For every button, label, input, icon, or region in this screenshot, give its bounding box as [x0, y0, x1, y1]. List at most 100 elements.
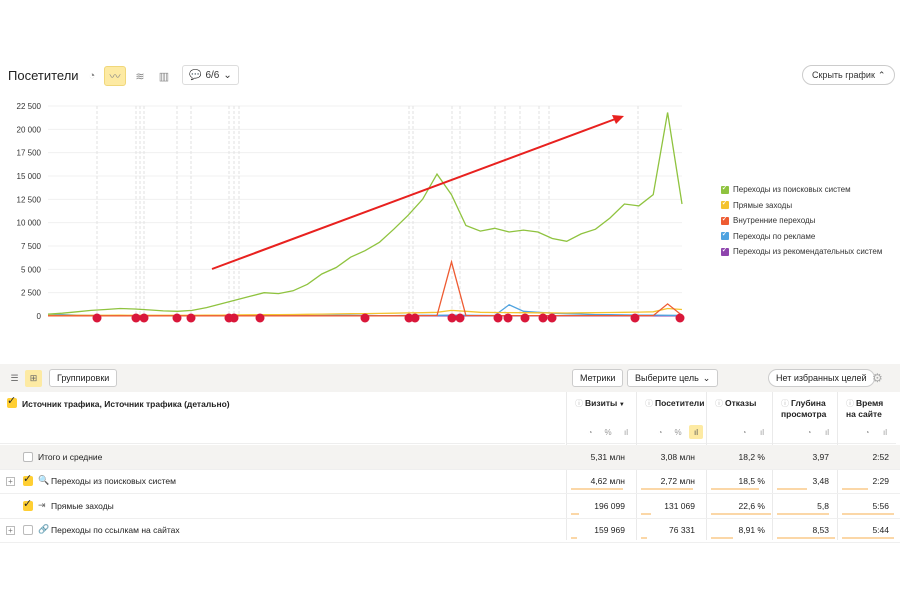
legend-checkbox[interactable]	[721, 214, 729, 225]
comment-marker	[92, 313, 102, 323]
area-chart-icon[interactable]: ≋	[129, 66, 151, 86]
groupings-button[interactable]: Группировки	[49, 369, 118, 387]
pie-chart-icon[interactable]: ◔	[737, 425, 751, 439]
row-checkbox[interactable]	[23, 452, 33, 462]
metric-value: 2,72 млн	[660, 476, 695, 486]
comments-button[interactable]: 💬 6/6 ⌄	[182, 65, 239, 85]
column-label: Отказы	[725, 398, 757, 408]
metric-value: 196 099	[594, 501, 625, 511]
metric-value: 159 969	[594, 525, 625, 535]
y-tick-label: 2 500	[21, 289, 42, 298]
bar-chart-icon[interactable]: ıl	[689, 425, 703, 439]
value-bar	[571, 537, 577, 539]
row-label[interactable]: Итого и средние	[38, 452, 102, 462]
list-view-icon[interactable]: ☰	[6, 370, 23, 387]
tree-view-icon[interactable]: ⊞	[25, 370, 42, 387]
metric-value: 22,6 %	[738, 501, 765, 511]
bar-chart-icon[interactable]: ıl	[755, 425, 769, 439]
value-bar	[711, 488, 759, 490]
expand-icon[interactable]: +	[6, 526, 15, 535]
bar-chart-icon[interactable]: ▥	[153, 66, 175, 86]
legend-item[interactable]: Переходы из поисковых систем	[721, 182, 882, 198]
value-bar	[711, 513, 771, 515]
chevron-up-icon: ⌃	[877, 69, 886, 80]
legend-item[interactable]: Переходы по рекламе	[721, 229, 882, 245]
metric-value: 76 331	[669, 525, 695, 535]
gear-icon[interactable]: ⚙	[872, 371, 883, 385]
pie-chart-icon[interactable]: ◔	[81, 66, 103, 86]
y-tick-label: 5 000	[21, 265, 42, 274]
row-checkbox[interactable]	[23, 525, 33, 535]
legend-checkbox[interactable]	[721, 183, 729, 194]
row-checkbox[interactable]	[23, 472, 33, 486]
comment-marker	[139, 313, 149, 323]
totals-row[interactable]: Итого и средние 5,31 млн 3,08 млн 18,2 % 3,9…	[0, 445, 900, 470]
legend-item[interactable]: Переходы из рекомендательных систем	[721, 244, 882, 260]
metric-value: 4,62 млн	[590, 476, 625, 486]
legend-item[interactable]: Прямые заходы	[721, 198, 882, 214]
comment-marker	[493, 313, 503, 323]
bar-chart-icon[interactable]: ıl	[820, 425, 834, 439]
metric-value: 131 069	[664, 501, 695, 511]
sort-desc-icon[interactable]: ▼	[617, 402, 625, 408]
info-icon[interactable]: ⓘ	[846, 399, 854, 408]
y-tick-label: 20 000	[17, 125, 42, 134]
pie-chart-icon[interactable]: ◔	[653, 425, 667, 439]
info-icon[interactable]: ⓘ	[575, 399, 583, 408]
value-bar	[571, 513, 579, 515]
expand-icon[interactable]: +	[6, 477, 15, 486]
percent-icon[interactable]: %	[671, 425, 685, 439]
search-icon: 🔍	[38, 475, 50, 485]
column-header[interactable]: ⓘ Глубина просмотра ◔ ıl	[773, 392, 838, 444]
row-label[interactable]: Прямые заходы	[51, 501, 114, 511]
info-icon[interactable]: ⓘ	[645, 399, 653, 408]
select-all-checkbox[interactable]	[7, 394, 17, 408]
legend-label: Переходы из поисковых систем	[733, 185, 851, 195]
legend-checkbox[interactable]	[721, 229, 729, 241]
pie-chart-icon[interactable]: ◔	[802, 425, 816, 439]
row-label[interactable]: Переходы из поисковых систем	[51, 476, 176, 486]
info-icon[interactable]: ⓘ	[715, 399, 723, 408]
column-label: Визиты	[585, 398, 618, 408]
table-row[interactable]: + 🔗 Переходы по ссылкам на сайтах 159 969 76…	[0, 518, 900, 543]
legend-checkbox[interactable]	[721, 198, 729, 210]
y-tick-label: 7 500	[21, 242, 42, 251]
table-row[interactable]: + 🔍Переходы из поисковых систем 4,62 млн 2,…	[0, 469, 900, 494]
comment-marker	[410, 313, 420, 323]
hide-chart-button[interactable]: Скрыть график ⌃	[802, 65, 896, 85]
percent-icon[interactable]: %	[601, 425, 615, 439]
direct-entry-icon: ⇥	[38, 500, 46, 510]
row-label[interactable]: Переходы по ссылкам на сайтах	[51, 525, 180, 535]
row-checkbox[interactable]	[23, 497, 33, 511]
column-header[interactable]: ⓘ Отказы ◔ ıl	[707, 392, 773, 444]
comments-count: 6/6	[205, 69, 220, 81]
goal-select[interactable]: Выберите цель ⌄	[627, 369, 719, 387]
metric-value: 5,31 млн	[590, 452, 625, 462]
metric-value: 5:44	[872, 525, 889, 535]
value-bar	[711, 537, 733, 539]
legend-checkbox[interactable]	[721, 245, 729, 256]
info-icon[interactable]: ⓘ	[781, 399, 789, 408]
column-header[interactable]: ⓘ Визиты ▼ ◔% ıl	[567, 392, 637, 444]
table-row[interactable]: ⇥ Прямые заходы 196 099 131 069 22,6 % 5,8 5:5…	[0, 494, 900, 519]
legend-label: Прямые заходы	[733, 200, 793, 210]
favorite-goals-button[interactable]: Нет избранных целей	[768, 369, 875, 387]
hide-chart-label: Скрыть график	[812, 70, 875, 80]
line-chart-icon[interactable]: 〰	[104, 66, 126, 86]
column-header[interactable]: ⓘ Посетители ◔% ıl	[637, 392, 707, 444]
chevron-down-icon: ⌄	[702, 372, 711, 383]
bar-chart-icon[interactable]: ıl	[878, 425, 892, 439]
visitors-chart[interactable]: 22 500 20 000 17 500 15 000 12 500 10 000 7 50…	[0, 98, 700, 330]
pie-chart-icon[interactable]: ◔	[860, 425, 874, 439]
comment-marker	[538, 313, 548, 323]
column-header[interactable]: ⓘ Время на сайте ◔ ıl	[838, 392, 896, 444]
chart-header: Посетители ◔ 〰 ≋ ▥ 💬 6/6 ⌄ Скрыть график…	[0, 62, 900, 90]
metric-value: 8,53	[812, 525, 829, 535]
legend-label: Переходы по рекламе	[733, 231, 816, 241]
legend-item[interactable]: Внутренние переходы	[721, 213, 882, 229]
value-bar	[777, 488, 807, 490]
series-line	[48, 259, 683, 317]
pie-chart-icon[interactable]: ◔	[583, 425, 597, 439]
metrics-button[interactable]: Метрики	[572, 369, 624, 387]
bar-chart-icon[interactable]: ıl	[619, 425, 633, 439]
